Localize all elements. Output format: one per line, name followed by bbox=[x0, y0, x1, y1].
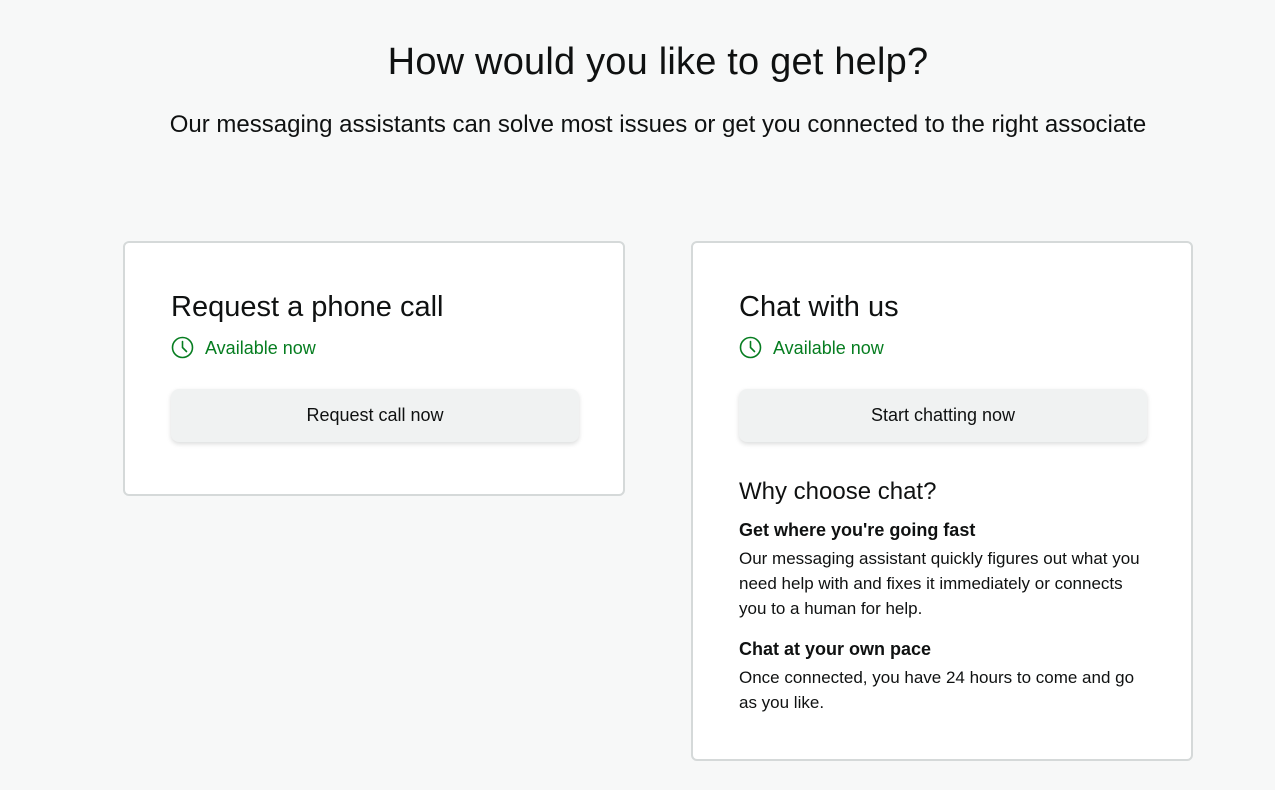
phone-call-card-title: Request a phone call bbox=[171, 291, 444, 323]
request-call-now-button[interactable]: Request call now bbox=[171, 389, 579, 442]
chat-reason-heading: Get where you're going fast bbox=[739, 520, 976, 540]
phone-call-card: Request a phone call Available now Reque… bbox=[123, 241, 625, 496]
clock-icon bbox=[171, 336, 194, 359]
phone-availability-status: Available now bbox=[171, 336, 316, 359]
chat-card-title: Chat with us bbox=[739, 291, 899, 323]
chat-card: Chat with us Available now Start chattin… bbox=[691, 241, 1193, 761]
why-choose-chat-heading: Why choose chat? bbox=[739, 478, 937, 505]
phone-availability-label: Available now bbox=[205, 337, 316, 358]
chat-reason-item: Chat at your own pace Once connected, yo… bbox=[739, 637, 1151, 715]
clock-icon bbox=[739, 336, 762, 359]
chat-reason-heading: Chat at your own pace bbox=[739, 639, 932, 659]
chat-availability-status: Available now bbox=[739, 336, 884, 359]
page-subtitle: Our messaging assistants can solve most … bbox=[169, 111, 1147, 138]
page-title: How would you like to get help? bbox=[387, 41, 929, 83]
start-chatting-now-button[interactable]: Start chatting now bbox=[739, 389, 1147, 442]
chat-reason-item: Get where you're going fast Our messagin… bbox=[739, 518, 1151, 621]
chat-availability-label: Available now bbox=[773, 337, 884, 358]
chat-reason-text: Our messaging assistant quickly figures … bbox=[739, 549, 1140, 618]
chat-reason-text: Once connected, you have 24 hours to com… bbox=[739, 668, 1135, 712]
